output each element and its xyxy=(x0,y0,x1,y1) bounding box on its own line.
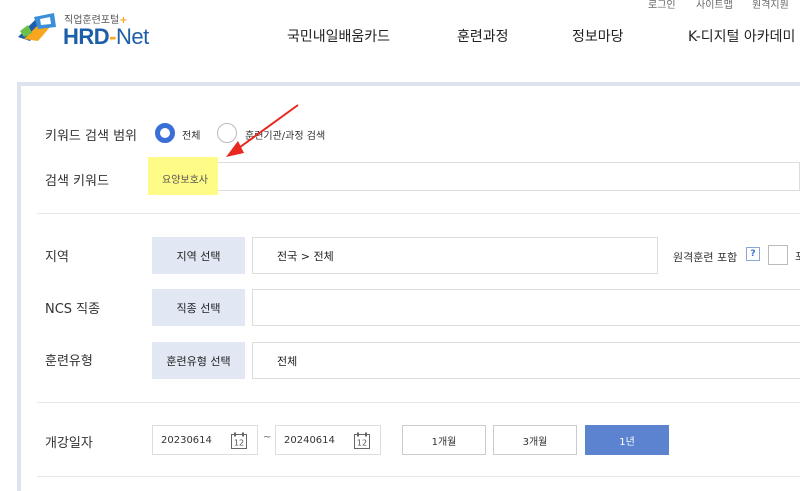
divider xyxy=(37,402,800,403)
keyword-label: 검색 키워드 xyxy=(45,174,109,189)
remote-cut-text: 포 xyxy=(795,248,800,264)
scope-institution-label[interactable]: 훈련기관/과정 검색 xyxy=(245,127,325,142)
scope-all-label[interactable]: 전체 xyxy=(182,127,200,142)
region-label: 지역 xyxy=(45,250,69,265)
hrd-net-logo[interactable]: 직업훈련포털+ HRD-Net xyxy=(16,7,166,49)
logo-dash: - xyxy=(109,24,116,49)
help-icon[interactable]: ? xyxy=(746,247,760,261)
start-date-value: 20230614 xyxy=(161,434,212,446)
keyword-input[interactable] xyxy=(150,162,800,191)
period-1-year-button[interactable]: 1년 xyxy=(585,425,669,455)
start-date-input[interactable]: 20230614 12 xyxy=(152,425,258,455)
divider xyxy=(37,213,800,214)
end-date-value: 20240614 xyxy=(284,434,335,446)
remote-label: 원격훈련 포함 xyxy=(673,251,738,264)
region-select-button[interactable]: 지역 선택 xyxy=(152,237,245,274)
scope-institution-radio[interactable] xyxy=(217,123,237,143)
ncs-select-button[interactable]: 직종 선택 xyxy=(152,289,245,326)
training-type-select-button[interactable]: 훈련유형 선택 xyxy=(152,342,245,379)
sitemap-link[interactable]: 사이트맵 xyxy=(696,0,733,11)
scope-all-radio[interactable] xyxy=(155,123,175,143)
logo-mark-icon xyxy=(18,13,56,41)
calendar-day: 12 xyxy=(357,439,367,448)
scope-label: 키워드 검색 범위 xyxy=(45,129,137,144)
divider xyxy=(37,476,800,477)
calendar-icon[interactable]: 12 xyxy=(354,432,370,449)
region-field[interactable]: 전국 > 전체 xyxy=(252,237,658,274)
date-separator: ~ xyxy=(263,432,272,443)
calendar-icon[interactable]: 12 xyxy=(231,432,247,449)
nav-item-courses[interactable]: 훈련과정 xyxy=(457,26,509,46)
keyword-value: 요양보호사 xyxy=(162,175,208,186)
login-link[interactable]: 로그인 xyxy=(648,0,676,11)
period-3-month-button[interactable]: 3개월 xyxy=(493,425,577,455)
remote-checkbox[interactable] xyxy=(768,245,788,265)
ncs-label: NCS 직종 xyxy=(45,302,101,317)
date-label: 개강일자 xyxy=(45,436,93,451)
nav-item-card[interactable]: 국민내일배움카드 xyxy=(287,26,390,46)
ncs-field[interactable] xyxy=(252,289,800,326)
training-type-field[interactable]: 전체 xyxy=(252,342,800,379)
nav-item-k-digital[interactable]: K-디지털 아카데미 xyxy=(688,26,795,46)
training-type-label: 훈련유형 xyxy=(45,354,93,369)
end-date-input[interactable]: 20240614 12 xyxy=(275,425,381,455)
logo-name-net: Net xyxy=(116,24,149,49)
calendar-day: 12 xyxy=(234,439,244,448)
logo-name-hrd: HRD xyxy=(63,24,110,49)
period-1-month-button[interactable]: 1개월 xyxy=(402,425,486,455)
nav-item-info[interactable]: 정보마당 xyxy=(572,26,624,46)
remote-support-link[interactable]: 원격지원 xyxy=(752,0,789,11)
